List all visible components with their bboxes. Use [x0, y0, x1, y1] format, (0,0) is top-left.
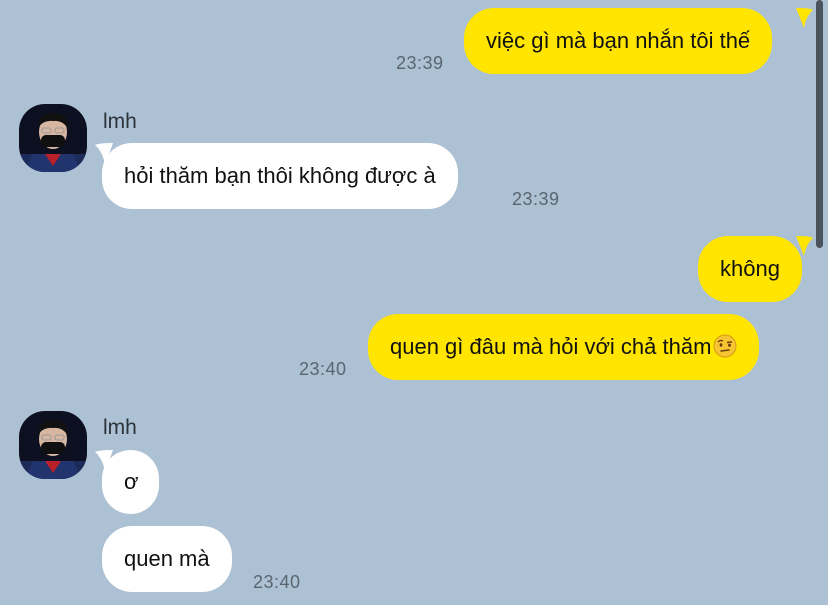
bubble-tail: [796, 8, 813, 28]
message-bubble-mine[interactable]: không: [698, 236, 802, 302]
sender-name: lmh: [103, 110, 137, 133]
scrollbar-thumb[interactable]: [816, 0, 823, 248]
message-text: quen gì đâu mà hỏi với chả thăm: [390, 334, 712, 359]
message-text: ơ: [124, 469, 139, 494]
message-text: việc gì mà bạn nhắn tôi thế: [486, 28, 751, 53]
message-bubble-theirs[interactable]: hỏi thăm bạn thôi không được à: [102, 143, 458, 209]
message-bubble-theirs[interactable]: ơ: [102, 450, 159, 514]
message-timestamp: 23:40: [299, 359, 347, 379]
avatar-image: [19, 411, 87, 479]
chat-view: việc gì mà bạn nhắn tôi thế 23:39 lmh hỏ…: [0, 0, 828, 605]
message-text: quen mà: [124, 546, 210, 571]
message-text: không: [720, 256, 780, 281]
message-bubble-mine[interactable]: việc gì mà bạn nhắn tôi thế: [464, 8, 773, 74]
avatar-image: [19, 104, 87, 172]
avatar[interactable]: [19, 104, 87, 172]
sender-name: lmh: [103, 416, 137, 439]
message-bubble-theirs[interactable]: quen mà: [102, 526, 232, 592]
message-timestamp: 23:39: [396, 53, 444, 73]
message-bubble-mine[interactable]: quen gì đâu mà hỏi với chả thăm: [368, 314, 760, 380]
bubble-tail: [796, 236, 813, 256]
avatar[interactable]: [19, 411, 87, 479]
message-text: hỏi thăm bạn thôi không được à: [124, 163, 436, 188]
message-timestamp: 23:40: [253, 572, 301, 592]
raised-eyebrow-emoji-icon: [713, 334, 737, 358]
message-timestamp: 23:39: [512, 189, 560, 209]
